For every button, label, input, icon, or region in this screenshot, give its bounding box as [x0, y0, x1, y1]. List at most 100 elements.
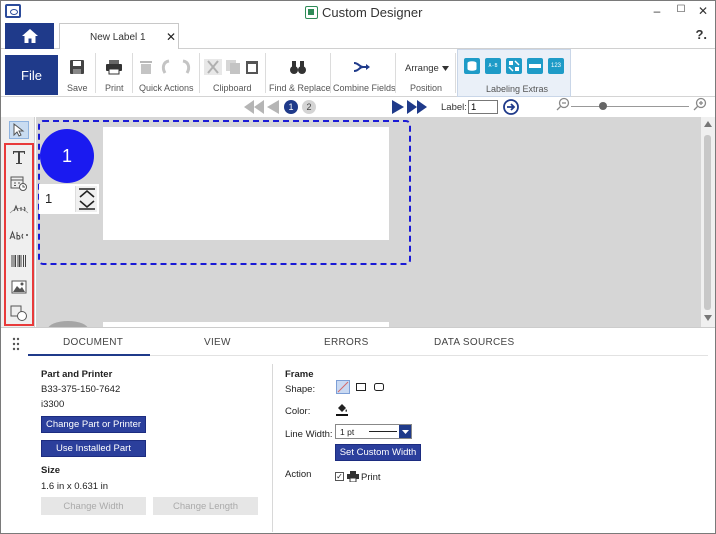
printer-icon: [347, 471, 359, 482]
zoom-slider-thumb[interactable]: [599, 102, 607, 110]
undo-icon[interactable]: [159, 59, 173, 75]
ribbon-divider: [395, 53, 396, 93]
zoom-out-icon[interactable]: [556, 97, 570, 111]
barcode-abc-icon[interactable]: A-B: [485, 58, 501, 74]
set-custom-width-button[interactable]: Set Custom Width: [335, 444, 421, 461]
abc-small-icon: [9, 230, 28, 240]
calendar-clock-icon: [10, 176, 27, 191]
label-number-input[interactable]: [468, 100, 498, 114]
clipboard-group: Clipboard: [201, 49, 263, 97]
shapes-icon: [10, 305, 27, 321]
label-1-area[interactable]: [103, 127, 389, 240]
change-width-button[interactable]: Change Width: [41, 497, 146, 515]
arrange-dropdown[interactable]: Arrange: [405, 63, 449, 74]
ribbon-divider: [199, 53, 200, 93]
page-2-button[interactable]: 2: [302, 100, 316, 114]
page-1-button[interactable]: 1: [284, 100, 298, 114]
cut-icon[interactable]: [204, 59, 222, 75]
picture-tool[interactable]: [9, 278, 29, 296]
decrement-icon[interactable]: [78, 200, 96, 210]
fit-text-tool[interactable]: [9, 226, 29, 244]
label-canvas[interactable]: 1 1: [36, 117, 701, 327]
barcode-tool[interactable]: [9, 252, 29, 270]
close-window-button[interactable]: ✕: [689, 4, 715, 18]
ribbon-divider: [455, 53, 456, 93]
size-value: 1.6 in x 0.631 in: [41, 481, 109, 492]
close-tab-button[interactable]: ✕: [166, 30, 176, 44]
counter-123-icon[interactable]: 123: [548, 58, 564, 74]
line-width-select[interactable]: 1 pt: [335, 424, 412, 439]
database-icon[interactable]: [464, 58, 480, 74]
tab-view[interactable]: VIEW: [204, 337, 231, 348]
first-page-icon[interactable]: [244, 100, 264, 114]
copy-icon[interactable]: [225, 59, 241, 75]
save-button[interactable]: Save: [63, 49, 91, 97]
change-part-button[interactable]: Change Part or Printer: [41, 416, 146, 433]
save-label: Save: [67, 83, 88, 93]
find-replace-label: Find & Replace: [269, 83, 331, 93]
increment-icon[interactable]: [78, 188, 96, 198]
clipboard-label: Clipboard: [213, 83, 252, 93]
barcode-icon: [11, 255, 26, 267]
ribbon-divider: [95, 53, 96, 93]
save-icon: [70, 60, 84, 74]
serial-icon[interactable]: [527, 58, 543, 74]
label-caption: Label:: [441, 102, 467, 113]
tab-errors[interactable]: ERRORS: [324, 337, 369, 348]
zoom-in-icon[interactable]: [693, 97, 707, 111]
properties-panel: DOCUMENT VIEW ERRORS DATA SOURCES Part a…: [1, 327, 715, 533]
zoom-slider-track[interactable]: [571, 106, 689, 107]
tab-new-label-1[interactable]: New Label 1 ✕: [59, 23, 179, 50]
chevron-down-icon: [401, 429, 409, 434]
tab-data-sources[interactable]: DATA SOURCES: [434, 337, 514, 348]
print-button[interactable]: Print: [101, 49, 129, 97]
paste-icon[interactable]: [245, 59, 259, 75]
curved-text-tool[interactable]: [9, 200, 29, 218]
scroll-up-icon[interactable]: [704, 121, 712, 127]
previous-page-icon[interactable]: [267, 100, 279, 114]
no-shape-icon[interactable]: [336, 380, 350, 394]
redo-icon[interactable]: [179, 59, 193, 75]
tab-label: New Label 1: [90, 32, 146, 43]
fill-bucket-icon[interactable]: [335, 402, 349, 416]
find-replace-button[interactable]: Find & Replace: [267, 49, 331, 97]
last-page-icon[interactable]: [407, 100, 427, 114]
rectangle-shape-icon[interactable]: [356, 383, 366, 391]
delete-icon[interactable]: [139, 59, 153, 75]
drag-handle-icon[interactable]: [12, 337, 20, 351]
arrange-group: Arrange Position: [397, 49, 455, 97]
label-copies-stepper[interactable]: 1: [39, 184, 99, 214]
line-width-dropdown-button[interactable]: [399, 425, 411, 438]
arrange-label: Arrange: [405, 63, 439, 74]
copies-spinner[interactable]: [75, 186, 97, 212]
date-time-tool[interactable]: [9, 174, 29, 192]
chevron-down-icon: [441, 66, 449, 71]
change-length-button[interactable]: Change Length: [153, 497, 258, 515]
use-installed-part-button[interactable]: Use Installed Part: [41, 440, 146, 457]
scroll-down-icon[interactable]: [704, 315, 712, 321]
go-to-label-icon[interactable]: [503, 99, 519, 115]
canvas-vertical-scrollbar[interactable]: [701, 117, 715, 327]
home-button[interactable]: [5, 23, 54, 49]
combine-fields-button[interactable]: Combine Fields: [331, 49, 396, 97]
window-title-text: Custom Designer: [322, 4, 423, 20]
print-label: Print: [105, 83, 124, 93]
action-label: Action: [285, 469, 312, 480]
next-page-icon[interactable]: [392, 100, 404, 114]
shapes-tool[interactable]: [9, 304, 29, 322]
app-menu-icon[interactable]: [5, 4, 21, 18]
qr-icon[interactable]: [506, 58, 522, 74]
print-action-checkbox[interactable]: ✓: [335, 472, 344, 481]
ribbon-divider: [265, 53, 266, 93]
rounded-rectangle-shape-icon[interactable]: [374, 383, 384, 391]
text-tool[interactable]: [9, 148, 29, 166]
line-width-value: 1 pt: [340, 427, 355, 437]
select-tool[interactable]: [9, 121, 29, 139]
help-button[interactable]: ?.: [695, 27, 707, 42]
page-navigation: 1 2 Label:: [1, 97, 715, 117]
active-tab-underline: [28, 354, 150, 356]
tab-document[interactable]: DOCUMENT: [63, 337, 123, 348]
scroll-thumb[interactable]: [704, 135, 711, 310]
file-button[interactable]: File: [5, 55, 58, 95]
panel-column-divider: [272, 364, 273, 532]
